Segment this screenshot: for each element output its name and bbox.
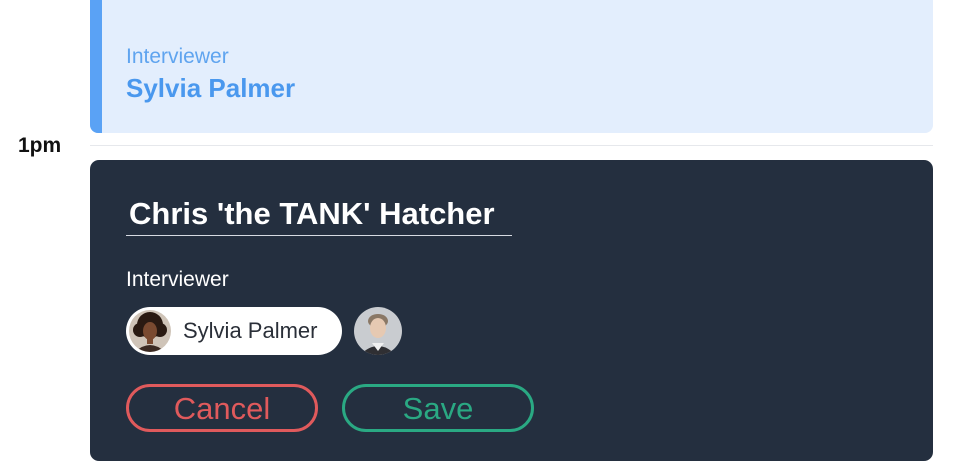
calendar-day-view: Interviewer Sylvia Palmer 1pm Interviewe…: [0, 0, 964, 465]
event-card-existing[interactable]: Interviewer Sylvia Palmer: [90, 0, 933, 133]
event-interviewer-name: Sylvia Palmer: [126, 73, 296, 103]
man-portrait-avatar[interactable]: [354, 307, 402, 355]
event-editor-card: Interviewer Sylvia Palmer: [90, 160, 933, 461]
woman-portrait-avatar: [129, 310, 171, 352]
event-title-input[interactable]: [126, 192, 512, 236]
cancel-button[interactable]: Cancel: [126, 384, 318, 432]
save-button[interactable]: Save: [342, 384, 534, 432]
selected-interviewer-chip[interactable]: Sylvia Palmer: [126, 307, 342, 355]
hour-divider: [90, 145, 933, 146]
hour-label: 1pm: [18, 134, 62, 157]
event-accent-bar: [90, 0, 102, 133]
selected-interviewer-name: Sylvia Palmer: [183, 318, 318, 343]
interviewer-label: Interviewer: [126, 268, 229, 291]
event-interviewer-label: Interviewer: [126, 45, 229, 68]
